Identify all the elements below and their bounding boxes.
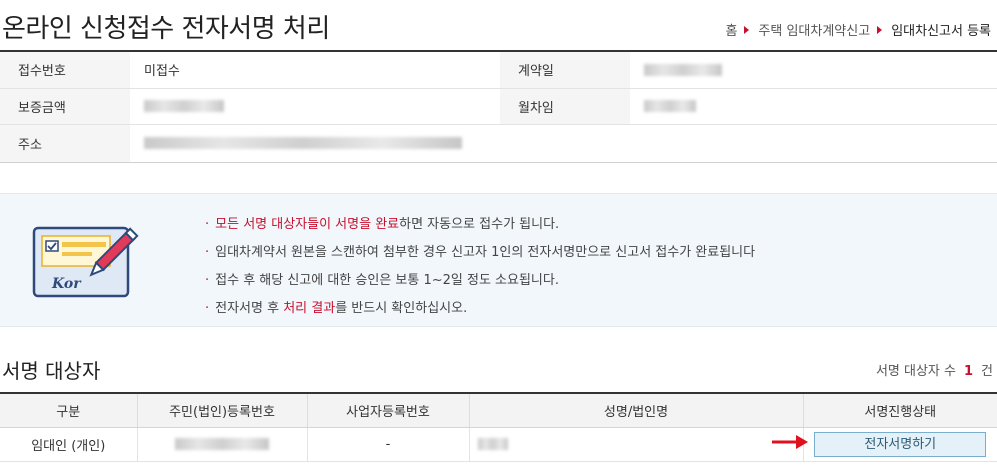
address-label: 주소 xyxy=(0,124,130,163)
e-signature-button[interactable]: 전자서명하기 xyxy=(814,431,987,457)
table-row: 임대인 (개인) - 전자서명하기 xyxy=(0,427,997,462)
contract-info-table: 접수번호 미접수 계약일 보증금액 월차임 주소 xyxy=(0,52,997,163)
page-title: 온라인 신청접수 전자서명 처리 xyxy=(2,14,330,44)
signer-count-number: 1 xyxy=(963,364,974,379)
column-header-resident-no: 주민(법인)등록번호 xyxy=(137,392,308,428)
monthly-rent-value xyxy=(630,88,997,125)
signer-count: 서명 대상자 수1건 xyxy=(875,364,993,379)
svg-text:Kor: Kor xyxy=(51,276,82,292)
arrow-right-icon xyxy=(772,435,808,449)
signer-status: 전자서명하기 xyxy=(803,427,997,462)
notice-list: · 모든 서명 대상자들이 서명을 완료하면 자동으로 접수가 됩니다. · 임대차… xyxy=(205,211,755,323)
redacted-deposit xyxy=(144,100,224,112)
contract-date-value xyxy=(630,52,997,89)
notice-item: · 모든 서명 대상자들이 서명을 완료하면 자동으로 접수가 됩니다. xyxy=(205,217,560,232)
deposit-value xyxy=(130,88,500,125)
receipt-no-label: 접수번호 xyxy=(0,52,130,89)
notice-item: · 전자서명 후 처리 결과를 반드시 확인하십시오. xyxy=(205,301,468,316)
column-header-name: 성명/법인명 xyxy=(469,392,804,428)
signer-name xyxy=(469,427,804,462)
redacted-address xyxy=(144,137,462,149)
page-header: 온라인 신청접수 전자서명 처리 홈 주택 임대차계약신고 임대차신고서 등록 xyxy=(0,0,997,52)
notice-item: · 접수 후 해당 신고에 대한 승인은 보통 1~2일 정도 소요됩니다. xyxy=(205,273,559,288)
signer-type: 임대인 (개인) xyxy=(0,427,138,462)
notice-box: Kor · 모든 서명 대상자들이 서명을 완료하면 자동으로 접수가 됩니다. … xyxy=(0,193,997,327)
column-header-type: 구분 xyxy=(0,392,138,428)
column-header-business-no: 사업자등록번호 xyxy=(307,392,470,428)
redacted-signer-name xyxy=(477,438,508,450)
redacted-resident-no xyxy=(175,438,269,450)
signer-resident-no xyxy=(137,427,308,462)
signer-business-no: - xyxy=(307,427,470,462)
monthly-rent-label: 월차임 xyxy=(500,88,630,125)
notice-item: · 임대차계약서 원본을 스캔하여 첨부한 경우 신고자 1인의 전자서명만으로 … xyxy=(205,245,756,260)
signers-section-title: 서명 대상자 xyxy=(2,359,101,383)
redacted-monthly-rent xyxy=(644,100,696,112)
receipt-no-value: 미접수 xyxy=(130,52,500,89)
document-signature-icon: Kor xyxy=(32,226,139,298)
breadcrumb: 홈 주택 임대차계약신고 임대차신고서 등록 xyxy=(725,20,991,39)
column-header-status: 서명진행상태 xyxy=(803,392,997,428)
address-value xyxy=(130,124,997,163)
contract-date-label: 계약일 xyxy=(500,52,630,89)
redacted-contract-date xyxy=(644,63,722,76)
deposit-label: 보증금액 xyxy=(0,88,130,125)
breadcrumb-home[interactable]: 홈 xyxy=(725,20,737,39)
breadcrumb-current: 임대차신고서 등록 xyxy=(891,24,991,39)
breadcrumb-lease-report[interactable]: 주택 임대차계약신고 xyxy=(758,20,870,39)
signers-table: 구분 주민(법인)등록번호 사업자등록번호 성명/법인명 서명진행상태 임대인 … xyxy=(0,392,997,462)
breadcrumb-arrow-icon xyxy=(877,25,883,34)
breadcrumb-arrow-icon xyxy=(744,25,750,34)
